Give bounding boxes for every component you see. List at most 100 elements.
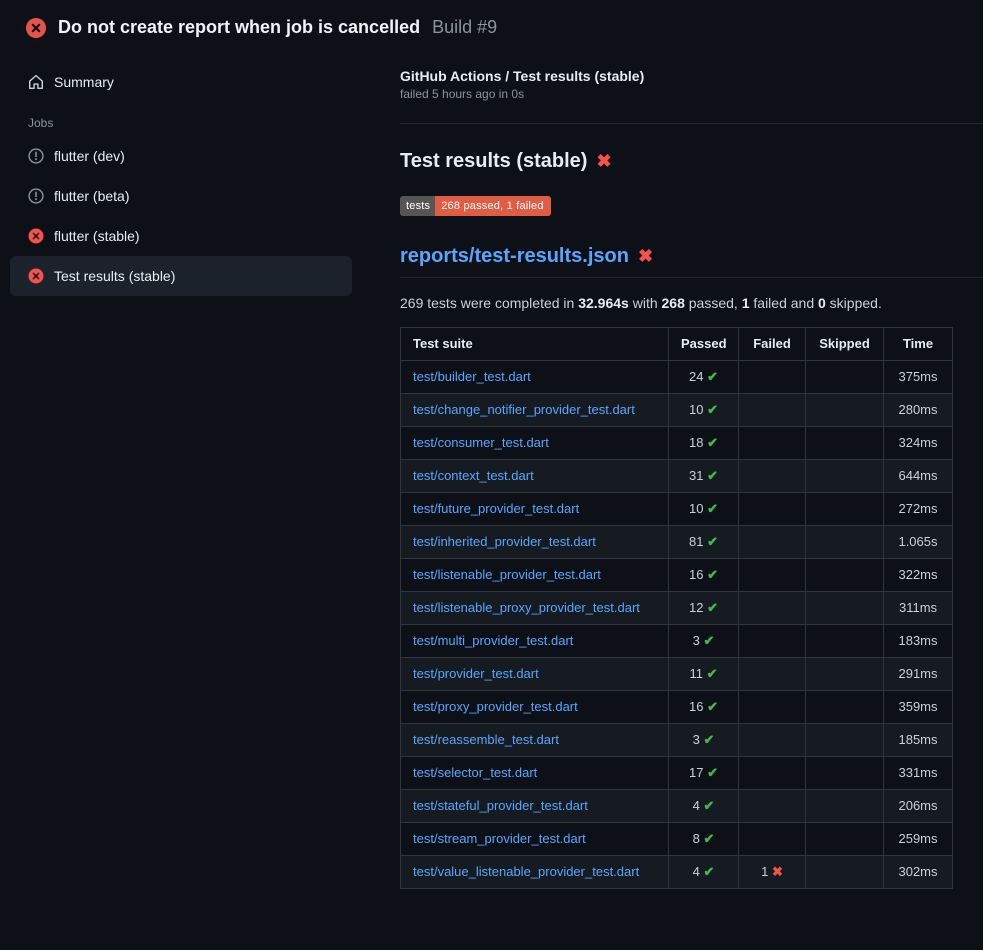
test-results-table: Test suite Passed Failed Skipped Time te… xyxy=(400,327,953,889)
sidebar: Summary Jobs flutter (dev)flutter (beta)… xyxy=(0,48,400,296)
test-time-cell: 375ms xyxy=(884,361,953,394)
report-title: reports/test-results.json ✖ xyxy=(400,245,983,278)
failed-count-cell xyxy=(739,658,806,691)
pass-check-icon: ✔ xyxy=(703,798,714,813)
summary-text: with xyxy=(629,295,662,311)
test-suite-cell: test/provider_test.dart xyxy=(401,658,669,691)
test-suite-cell: test/consumer_test.dart xyxy=(401,427,669,460)
skipped-count-cell xyxy=(806,790,884,823)
badge-value: 268 passed, 1 failed xyxy=(435,196,550,216)
pass-check-icon: ✔ xyxy=(707,600,718,615)
passed-count: 18 xyxy=(689,435,707,450)
test-time-cell: 259ms xyxy=(884,823,953,856)
sidebar-item-flutter-stable[interactable]: flutter (stable) xyxy=(10,216,352,256)
main-content: GitHub Actions / Test results (stable) f… xyxy=(400,48,983,889)
test-suite-link[interactable]: test/builder_test.dart xyxy=(413,369,531,384)
col-header-skipped: Skipped xyxy=(806,328,884,361)
skipped-count-cell xyxy=(806,361,884,394)
skipped-count-cell xyxy=(806,592,884,625)
test-time-cell: 302ms xyxy=(884,856,953,889)
summary-text: passed, xyxy=(685,295,742,311)
sidebar-item-flutter-dev[interactable]: flutter (dev) xyxy=(10,136,352,176)
test-suite-link[interactable]: test/proxy_provider_test.dart xyxy=(413,699,578,714)
summary-text: skipped. xyxy=(826,295,882,311)
test-time-cell: 311ms xyxy=(884,592,953,625)
test-time-cell: 1.065s xyxy=(884,526,953,559)
test-suite-link[interactable]: test/future_provider_test.dart xyxy=(413,501,579,516)
skipped-count-cell xyxy=(806,427,884,460)
failed-count-cell xyxy=(739,724,806,757)
section-title: Test results (stable) ✖ xyxy=(400,150,983,173)
test-suite-link[interactable]: test/stream_provider_test.dart xyxy=(413,831,586,846)
sidebar-item-summary[interactable]: Summary xyxy=(10,62,352,102)
test-suite-link[interactable]: test/provider_test.dart xyxy=(413,666,539,681)
pass-check-icon: ✔ xyxy=(707,765,718,780)
table-header-row: Test suite Passed Failed Skipped Time xyxy=(401,328,953,361)
test-suite-link[interactable]: test/change_notifier_provider_test.dart xyxy=(413,402,635,417)
passed-count: 4 xyxy=(693,864,704,879)
passed-count: 11 xyxy=(689,666,706,681)
passed-count-cell: 10 ✔ xyxy=(669,394,739,427)
test-suite-cell: test/change_notifier_provider_test.dart xyxy=(401,394,669,427)
col-header-time: Time xyxy=(884,328,953,361)
test-suite-link[interactable]: test/consumer_test.dart xyxy=(413,435,549,450)
test-suite-cell: test/multi_provider_test.dart xyxy=(401,625,669,658)
passed-count-cell: 3 ✔ xyxy=(669,625,739,658)
test-suite-link[interactable]: test/inherited_provider_test.dart xyxy=(413,534,596,549)
passed-count: 81 xyxy=(689,534,707,549)
table-row: test/proxy_provider_test.dart16 ✔359ms xyxy=(401,691,953,724)
passed-count-cell: 81 ✔ xyxy=(669,526,739,559)
test-time-cell: 291ms xyxy=(884,658,953,691)
test-suite-link[interactable]: test/value_listenable_provider_test.dart xyxy=(413,864,639,879)
table-row: test/listenable_provider_test.dart16 ✔32… xyxy=(401,559,953,592)
test-suite-cell: test/context_test.dart xyxy=(401,460,669,493)
test-time-cell: 331ms xyxy=(884,757,953,790)
failed-count-cell xyxy=(739,757,806,790)
passed-count: 3 xyxy=(693,732,704,747)
test-suite-link[interactable]: test/listenable_proxy_provider_test.dart xyxy=(413,600,640,615)
skipped-count-cell xyxy=(806,493,884,526)
test-time-cell: 185ms xyxy=(884,724,953,757)
failed-count-cell xyxy=(739,493,806,526)
test-suite-link[interactable]: test/listenable_provider_test.dart xyxy=(413,567,601,582)
test-suite-link[interactable]: test/multi_provider_test.dart xyxy=(413,633,573,648)
sidebar-item-label: flutter (stable) xyxy=(54,228,140,244)
pass-check-icon: ✔ xyxy=(707,666,718,681)
passed-count-cell: 16 ✔ xyxy=(669,559,739,592)
table-row: test/selector_test.dart 17 ✔ 331ms xyxy=(401,757,953,790)
run-build-number: Build #9 xyxy=(432,17,497,38)
failed-count-cell xyxy=(739,625,806,658)
home-icon xyxy=(28,74,44,90)
sidebar-item-test-results-stable[interactable]: Test results (stable) xyxy=(10,256,352,296)
skipped-count-cell xyxy=(806,691,884,724)
passed-count: 17 xyxy=(689,765,707,780)
test-time-cell: 183ms xyxy=(884,625,953,658)
passed-count-cell: 17 ✔ xyxy=(669,757,739,790)
test-suite-link[interactable]: test/selector_test.dart xyxy=(413,765,537,780)
skipped-count-cell xyxy=(806,757,884,790)
pass-check-icon: ✔ xyxy=(703,633,714,648)
test-suite-link[interactable]: test/context_test.dart xyxy=(413,468,534,483)
failed-count-cell xyxy=(739,361,806,394)
test-suite-link[interactable]: test/reassemble_test.dart xyxy=(413,732,559,747)
test-time-cell: 272ms xyxy=(884,493,953,526)
table-row: test/value_listenable_provider_test.dart… xyxy=(401,856,953,889)
passed-count: 8 xyxy=(693,831,704,846)
passed-count: 24 xyxy=(689,369,707,384)
report-title-link[interactable]: reports/test-results.json xyxy=(400,245,629,268)
test-suite-link[interactable]: test/stateful_provider_test.dart xyxy=(413,798,588,813)
test-suite-cell: test/future_provider_test.dart xyxy=(401,493,669,526)
test-time-cell: 280ms xyxy=(884,394,953,427)
summary-duration: 32.964s xyxy=(578,295,629,311)
pass-check-icon: ✔ xyxy=(707,699,718,714)
test-suite-cell: test/stream_provider_test.dart xyxy=(401,823,669,856)
sidebar-item-label: Test results (stable) xyxy=(54,268,175,284)
passed-count-cell: 11 ✔ xyxy=(669,658,739,691)
failed-count-cell xyxy=(739,823,806,856)
test-time-cell: 359ms xyxy=(884,691,953,724)
sidebar-item-flutter-beta[interactable]: flutter (beta) xyxy=(10,176,352,216)
summary-text: 269 tests were completed in xyxy=(400,295,578,311)
jobs-list: flutter (dev)flutter (beta) flutter (stab… xyxy=(0,136,400,296)
test-suite-cell: test/listenable_proxy_provider_test.dart xyxy=(401,592,669,625)
skipped-count-cell xyxy=(806,559,884,592)
